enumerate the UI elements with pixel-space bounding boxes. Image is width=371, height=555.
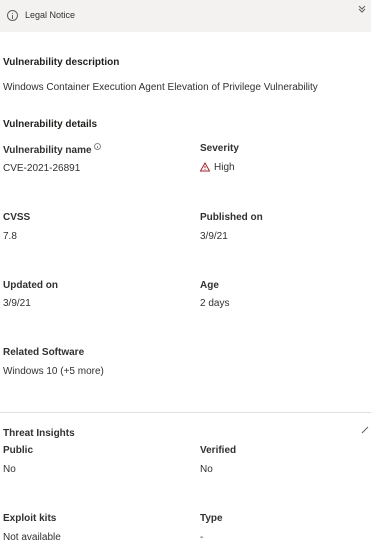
pencil-icon[interactable] [361, 426, 369, 434]
public-label: Public [3, 445, 34, 456]
cvss-label: CVSS [3, 212, 31, 223]
info-circle-icon [7, 10, 18, 21]
related-software-label: Related Software [3, 347, 85, 358]
severity-label: Severity [200, 143, 239, 154]
verified-value: No [200, 464, 213, 475]
section-divider [0, 412, 371, 413]
vulnerability-name-value: CVE-2021-26891 [3, 163, 81, 174]
info-icon[interactable] [93, 143, 101, 150]
updated-on-label: Updated on [3, 280, 58, 291]
age-value: 2 days [200, 298, 230, 309]
published-on-label: Published on [200, 212, 263, 223]
exploit-kits-label: Exploit kits [3, 513, 57, 524]
type-value: - [200, 532, 204, 543]
exploit-kits-value: Not available [3, 532, 61, 543]
public-value: No [3, 464, 16, 475]
legal-notice-label: Legal Notice [25, 10, 76, 20]
vulnerability-details-heading: Vulnerability details [3, 119, 98, 130]
verified-label: Verified [200, 445, 237, 456]
related-software-value[interactable]: Windows 10 (+5 more) [3, 366, 104, 377]
vulnerability-name-label-text: Vulnerability name [3, 145, 92, 156]
legal-notice-bar[interactable]: Legal Notice [0, 0, 371, 32]
threat-insights-heading: Threat Insights [3, 428, 75, 439]
age-label: Age [200, 280, 219, 291]
severity-value: High [214, 162, 235, 173]
type-label: Type [200, 513, 223, 524]
cvss-value: 7.8 [3, 231, 17, 242]
updated-on-value: 3/9/21 [3, 298, 31, 309]
vulnerability-description-heading: Vulnerability description [3, 57, 120, 68]
warning-triangle-icon [200, 162, 210, 172]
vulnerability-name-label: Vulnerability name [3, 143, 101, 156]
published-on-value: 3/9/21 [200, 231, 228, 242]
vulnerability-description-text: Windows Container Execution Agent Elevat… [3, 82, 318, 93]
double-chevron-down-icon[interactable] [357, 4, 367, 14]
